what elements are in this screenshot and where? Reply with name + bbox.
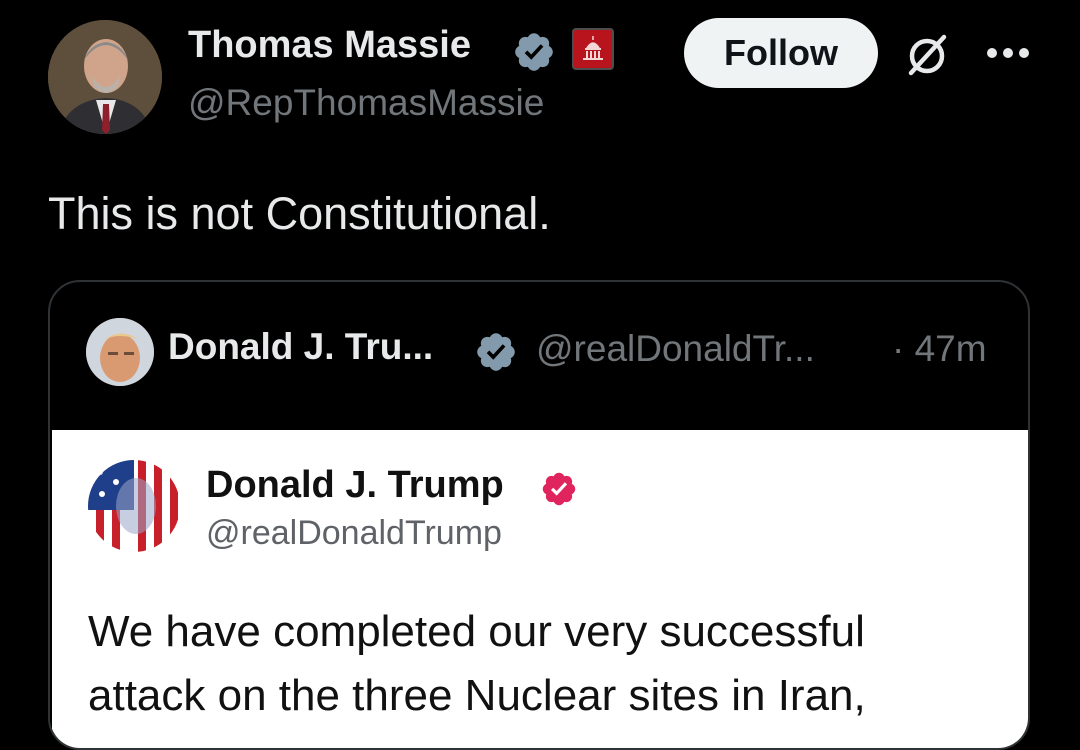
- quoted-post-time[interactable]: · 47m: [892, 328, 987, 370]
- more-icon[interactable]: [986, 46, 1030, 60]
- author-handle[interactable]: @RepThomasMassie: [188, 82, 544, 124]
- embedded-author-avatar: [88, 460, 180, 552]
- post-text: This is not Constitutional.: [48, 188, 551, 239]
- embedded-author-name: Donald J. Trump: [206, 464, 504, 506]
- embedded-author-handle: @realDonaldTrump: [206, 514, 502, 552]
- quoted-post-card[interactable]: Donald J. Tru... @realDonaldTr... · 47m: [48, 280, 1030, 750]
- quoted-author-name[interactable]: Donald J. Tru...: [168, 326, 433, 368]
- author-name[interactable]: Thomas Massie: [188, 24, 471, 67]
- embedded-post-line: We have completed our very successful: [88, 607, 865, 656]
- embedded-post-line: attack on the three Nuclear sites in Ira…: [88, 671, 866, 720]
- verified-icon[interactable]: [512, 30, 556, 74]
- embedded-image[interactable]: Donald J. Trump @realDonaldTrump We have…: [52, 430, 1028, 748]
- quoted-author-handle[interactable]: @realDonaldTr...: [536, 328, 815, 370]
- follow-button[interactable]: Follow: [684, 18, 878, 88]
- author-avatar[interactable]: [48, 20, 162, 134]
- government-badge-icon[interactable]: [572, 28, 614, 70]
- embedded-post-text: We have completed our very successful at…: [88, 600, 988, 728]
- verified-icon: [540, 470, 578, 508]
- quoted-author-avatar[interactable]: [86, 318, 154, 386]
- grok-icon[interactable]: [902, 30, 952, 80]
- verified-icon[interactable]: [474, 330, 518, 374]
